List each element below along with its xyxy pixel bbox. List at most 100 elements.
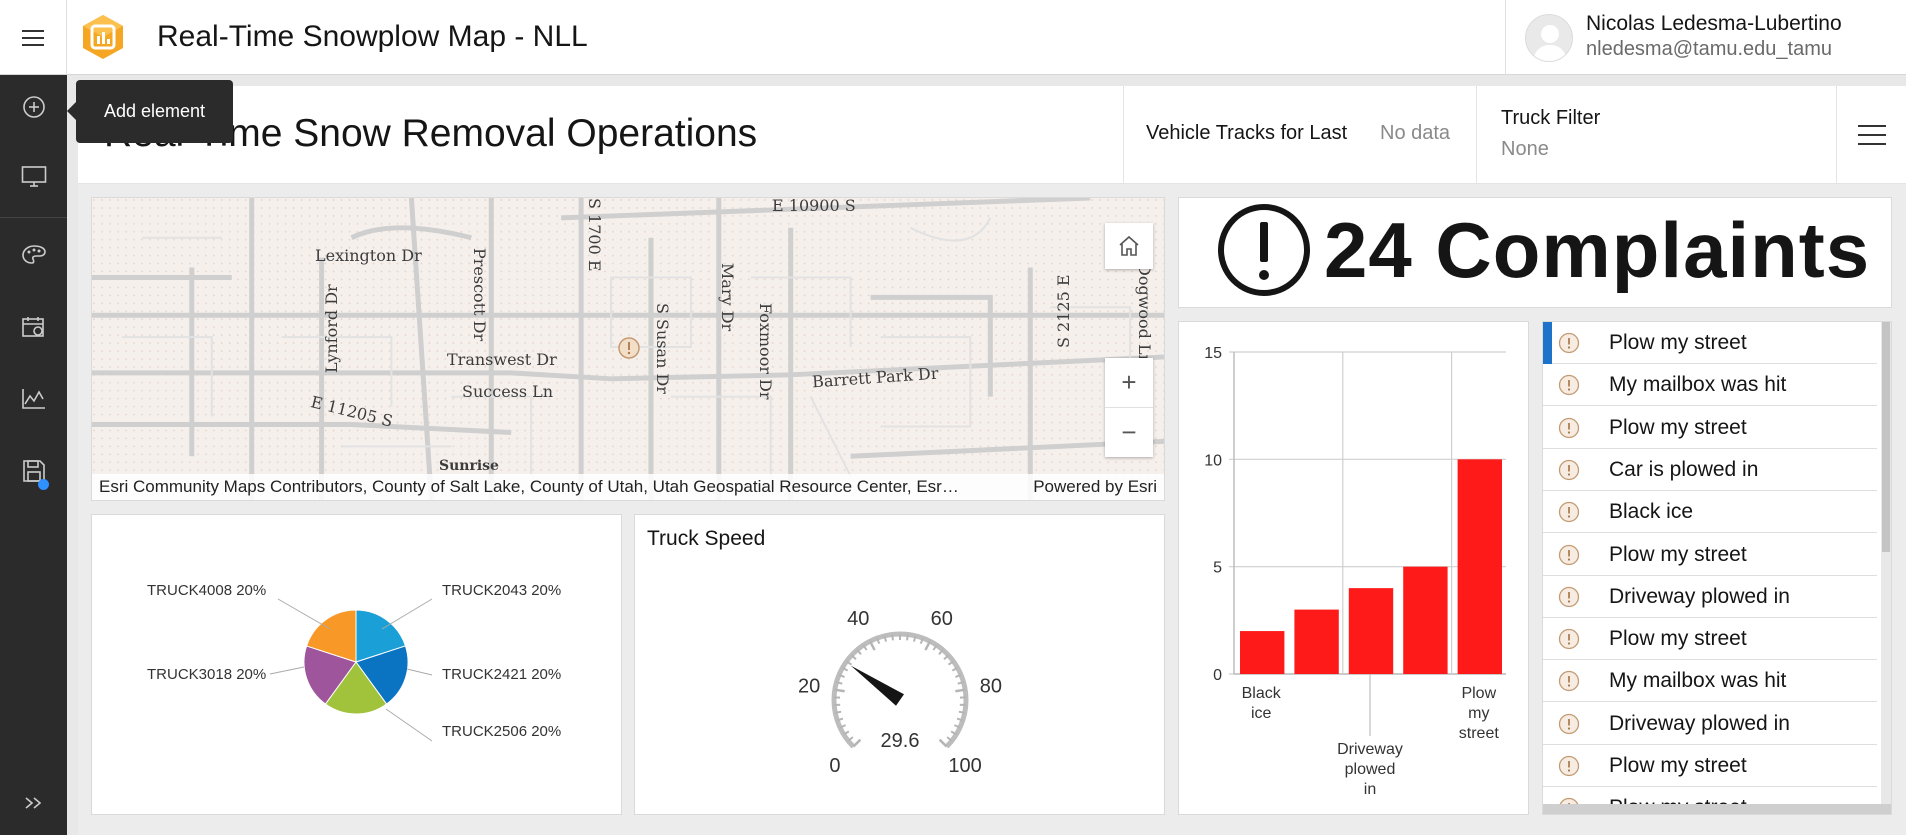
pie-leader-line bbox=[406, 668, 433, 676]
complaints-list[interactable]: Plow my street My mailbox was hit Plow my … bbox=[1542, 321, 1892, 815]
list-item[interactable]: Plow my street bbox=[1543, 534, 1877, 576]
list-item[interactable]: Driveway plowed in bbox=[1543, 576, 1877, 618]
analytics-button[interactable] bbox=[0, 367, 67, 431]
header-menu-button[interactable] bbox=[1836, 86, 1906, 184]
line-chart-icon bbox=[21, 389, 45, 409]
street-label: S 2125 E bbox=[1054, 274, 1073, 348]
list-item[interactable]: Black ice bbox=[1543, 491, 1877, 534]
app-header: Real-Time Snowplow Map - NLL Nicolas Led… bbox=[0, 0, 1906, 75]
pie-label: TRUCK2421 20% bbox=[442, 666, 561, 683]
list-item[interactable]: Car is plowed in bbox=[1543, 449, 1877, 491]
hamburger-icon bbox=[1857, 125, 1886, 145]
avatar[interactable] bbox=[1525, 14, 1573, 62]
list-item[interactable]: Plow my street bbox=[1543, 745, 1877, 787]
settings-button[interactable] bbox=[0, 295, 67, 359]
list-item[interactable]: Plow my street bbox=[1543, 322, 1877, 364]
street-label: Success Ln bbox=[462, 382, 554, 401]
calendar-gear-icon bbox=[21, 317, 44, 337]
pie-chart-svg[interactable]: TRUCK4008 20% TRUCK2043 20% TRUCK3018 20% T… bbox=[92, 515, 622, 815]
list-item[interactable]: Plow my street bbox=[1543, 618, 1877, 661]
double-chevron-right-icon bbox=[24, 797, 41, 809]
bar[interactable] bbox=[1403, 566, 1448, 674]
list-item[interactable]: My mailbox was hit bbox=[1543, 364, 1877, 407]
bar-chart-svg[interactable]: 0 5 10 15 Black ice Driveway plowed in Plow my stre… bbox=[1179, 322, 1529, 815]
x-tick-label: ice bbox=[1251, 705, 1272, 722]
x-tick-label: Black bbox=[1242, 685, 1282, 702]
add-element-button[interactable] bbox=[0, 75, 67, 139]
list-item-label: Car is plowed in bbox=[1609, 457, 1759, 481]
list-scroll-thumb[interactable] bbox=[1882, 322, 1890, 552]
list-item[interactable]: Driveway plowed in bbox=[1543, 703, 1877, 745]
exclamation-icon bbox=[1558, 375, 1580, 396]
app-title: Real-Time Snowplow Map - NLL bbox=[157, 20, 588, 53]
map-panel[interactable]: Lexington Dr Prescott Dr S 1700 E E 1090… bbox=[91, 197, 1165, 501]
gauge-tick-label: 40 bbox=[847, 608, 869, 630]
gauge-tick-label: 100 bbox=[948, 755, 981, 777]
truck-pie-chart[interactable]: TRUCK4008 20% TRUCK2043 20% TRUCK3018 20% T… bbox=[91, 514, 622, 815]
gauge-tick bbox=[835, 710, 842, 714]
gauge-tick bbox=[906, 634, 909, 641]
truck-filter-value[interactable]: None bbox=[1501, 138, 1549, 161]
y-tick-label: 10 bbox=[1204, 452, 1222, 469]
street-label: Mary Dr bbox=[718, 263, 737, 332]
list-item-label: Plow my street bbox=[1609, 415, 1747, 439]
dashboard-header: Real-Time Snow Removal Operations Vehicl… bbox=[78, 86, 1906, 184]
list-horizontal-scrollbar[interactable] bbox=[1543, 804, 1891, 814]
layout-button[interactable] bbox=[0, 145, 67, 209]
list-item-label: Plow my street bbox=[1609, 331, 1747, 354]
map-attribution: Esri Community Maps Contributors, County… bbox=[92, 474, 1164, 500]
home-icon bbox=[1119, 235, 1139, 256]
truck-filter-label: Truck Filter bbox=[1501, 107, 1601, 129]
zoom-control: + − bbox=[1105, 358, 1153, 457]
list-item-label: Plow my street bbox=[1609, 542, 1747, 566]
x-tick-label: plowed bbox=[1345, 761, 1396, 778]
bar[interactable] bbox=[1240, 631, 1285, 674]
theme-button[interactable] bbox=[0, 223, 67, 287]
gauge-tick-label: 80 bbox=[980, 676, 1002, 698]
exclamation-icon bbox=[1558, 417, 1580, 438]
save-button[interactable] bbox=[0, 439, 67, 503]
y-tick-label: 15 bbox=[1204, 345, 1222, 362]
exclamation-icon bbox=[1558, 628, 1580, 650]
bar[interactable] bbox=[1348, 588, 1394, 674]
attribution-text[interactable]: Esri Community Maps Contributors, County… bbox=[99, 477, 959, 497]
bar[interactable] bbox=[1294, 609, 1339, 674]
gauge-svg: 0 20 40 60 80 100 29.6 bbox=[798, 608, 1002, 777]
main-menu-button[interactable] bbox=[0, 0, 67, 75]
street-label: Transwest Dr bbox=[447, 350, 557, 369]
bar[interactable] bbox=[1457, 459, 1502, 674]
list-item[interactable]: Plow my street bbox=[1543, 407, 1877, 449]
map-home-button[interactable] bbox=[1105, 223, 1153, 269]
zoom-out-button[interactable]: − bbox=[1105, 407, 1153, 456]
unsaved-indicator bbox=[38, 479, 49, 490]
x-tick-label: street bbox=[1459, 725, 1500, 742]
street-label: Prescott Dr bbox=[470, 248, 489, 342]
exclamation-icon bbox=[1558, 586, 1580, 607]
vehicle-tracks-value[interactable]: No data bbox=[1380, 122, 1450, 145]
truck-filter-selector[interactable]: Truck Filter None bbox=[1476, 86, 1836, 184]
list-item[interactable]: My mailbox was hit bbox=[1543, 660, 1877, 703]
truck-speed-gauge: Truck Speed 0 20 40 60 80 100 29.6 bbox=[634, 514, 1165, 815]
exclamation-icon bbox=[1558, 544, 1580, 565]
complaint-marker[interactable] bbox=[617, 336, 641, 360]
user-email: nledesma@tamu.edu_tamu bbox=[1586, 38, 1832, 60]
zoom-in-button[interactable]: + bbox=[1105, 358, 1153, 407]
gauge-tick bbox=[958, 710, 965, 714]
x-tick-label: in bbox=[1364, 781, 1376, 798]
gauge-tick bbox=[938, 738, 948, 748]
user-menu[interactable]: Nicolas Ledesma-Lubertino nledesma@tamu.… bbox=[1505, 0, 1906, 75]
street-label: E 10900 S bbox=[772, 197, 856, 215]
complaints-bar-chart[interactable]: 0 5 10 15 Black ice Driveway plowed in Plow my stre… bbox=[1178, 321, 1529, 815]
builder-rail bbox=[0, 75, 67, 835]
powered-by-esri[interactable]: Powered by Esri bbox=[1033, 477, 1157, 497]
pie-leader-line bbox=[269, 666, 305, 675]
exclamation-icon bbox=[1558, 755, 1580, 777]
y-tick-label: 0 bbox=[1213, 667, 1222, 684]
list-scrollbar[interactable] bbox=[1881, 322, 1891, 814]
exclamation-icon bbox=[1558, 332, 1580, 354]
street-label: Lynford Dr bbox=[322, 284, 341, 373]
street-label: S Susan Dr bbox=[653, 303, 672, 394]
vehicle-tracks-selector[interactable]: Vehicle Tracks for Last No data bbox=[1123, 86, 1476, 184]
gauge-tick-label: 20 bbox=[798, 676, 820, 698]
expand-rail-button[interactable] bbox=[0, 773, 67, 833]
